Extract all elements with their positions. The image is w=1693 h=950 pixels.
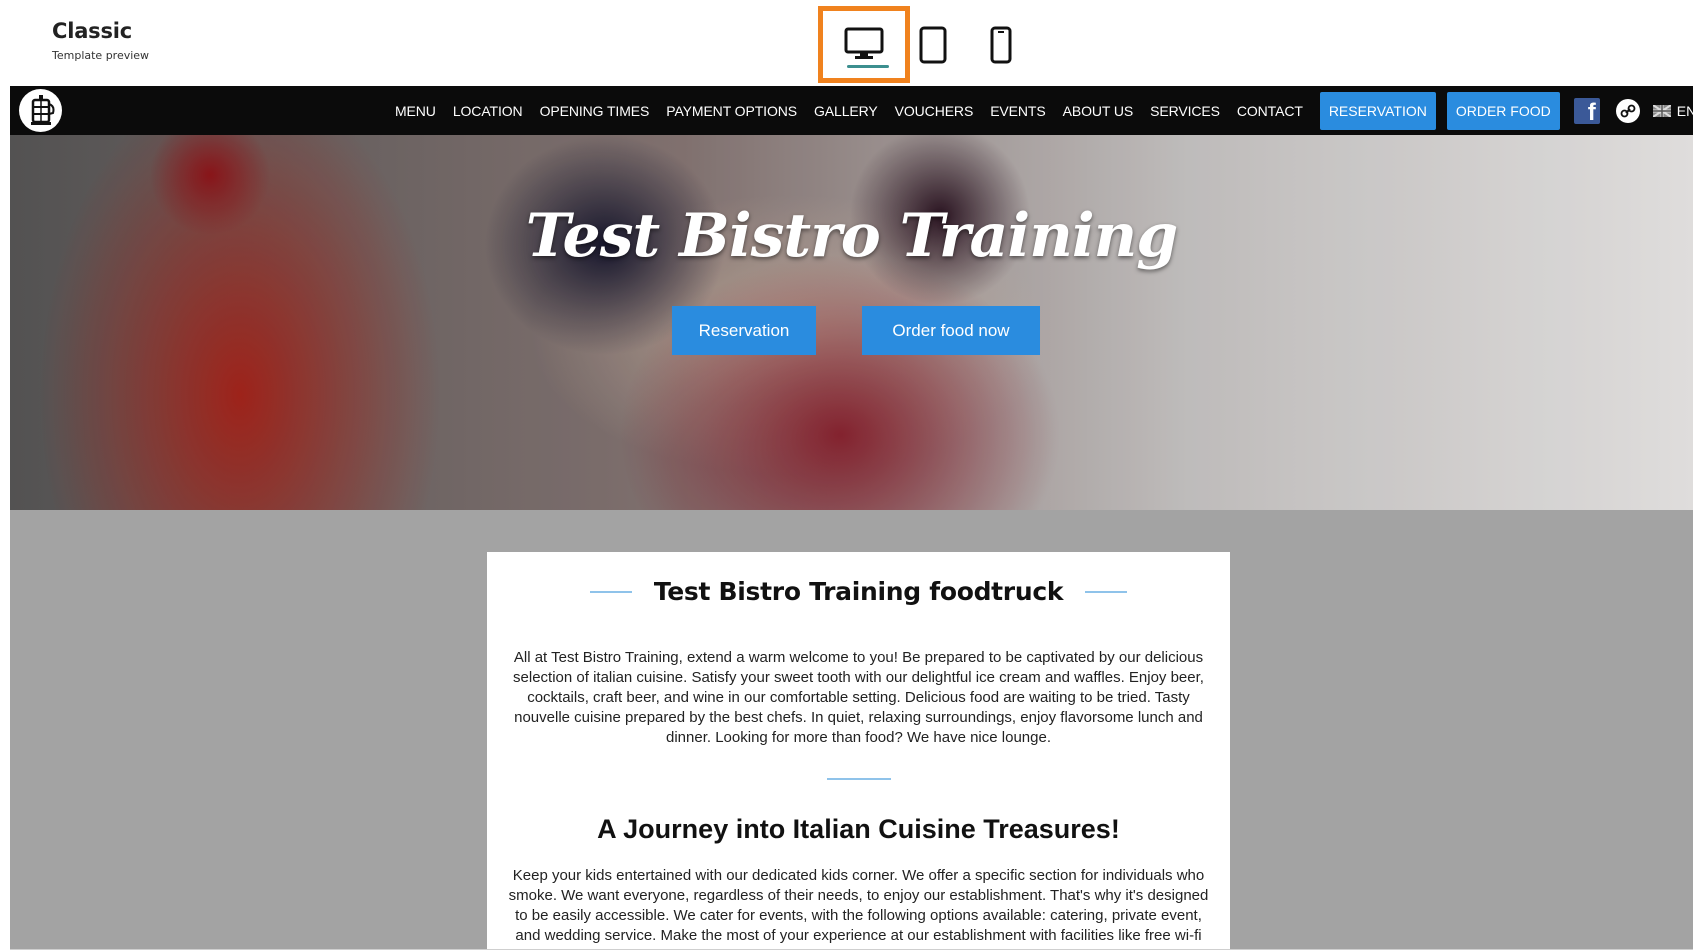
hero-order-food-button[interactable]: Order food now [862, 306, 1040, 355]
uk-flag-icon [1652, 104, 1671, 117]
tablet-icon [919, 26, 947, 63]
nav-link-events[interactable]: EVENTS [990, 103, 1046, 119]
mobile-icon [990, 26, 1012, 63]
nav-order-food-button[interactable]: ORDER FOOD [1446, 91, 1560, 130]
language-label: ENGLISH [1676, 102, 1693, 119]
chain-link-glyph [1620, 104, 1636, 117]
hero-reservation-button[interactable]: Reservation [672, 306, 816, 355]
mobile-view-button[interactable] [955, 6, 1047, 83]
preview-frame: MENU LOCATION OPENING TIMES PAYMENT OPTI… [10, 86, 1693, 950]
hero-title: Test Bistro Training [525, 201, 1178, 271]
intro-paragraph: All at Test Bistro Training, extend a wa… [513, 649, 1204, 746]
link-icon[interactable] [1615, 98, 1640, 123]
section-title: Test Bistro Training foodtruck [653, 577, 1064, 606]
desktop-icon [844, 27, 884, 59]
nav-link-opening-times[interactable]: OPENING TIMES [540, 103, 650, 119]
nav-link-gallery[interactable]: GALLERY [814, 103, 878, 119]
nav-reservation-button[interactable]: RESERVATION [1319, 91, 1436, 130]
editor-toolbar: Classic Template preview [0, 0, 1693, 86]
body-paragraph: Keep your kids entertained with our dedi… [508, 867, 1209, 950]
hero-banner: Test Bistro Training Reservation Order f… [10, 135, 1693, 510]
nav-link-location[interactable]: LOCATION [453, 103, 523, 119]
site-logo[interactable] [19, 89, 62, 132]
nav-link-about-us[interactable]: ABOUT US [1063, 103, 1134, 119]
french-press-icon [30, 94, 54, 125]
section-divider [827, 778, 891, 780]
title-rule-right [1085, 590, 1128, 593]
facebook-icon[interactable]: f [1573, 97, 1600, 124]
title-rule-left [589, 590, 632, 593]
section-heading: A Journey into Italian Cuisine Treasures… [597, 814, 1120, 844]
nav-link-contact[interactable]: CONTACT [1237, 103, 1303, 119]
site-navbar: MENU LOCATION OPENING TIMES PAYMENT OPTI… [10, 86, 1693, 135]
template-name: Classic [52, 19, 133, 43]
nav-links: MENU LOCATION OPENING TIMES PAYMENT OPTI… [395, 86, 1693, 135]
language-selector[interactable]: ENGLISH [1652, 102, 1693, 119]
active-indicator [847, 65, 889, 68]
nav-link-menu[interactable]: MENU [395, 103, 436, 119]
section-title-row: Test Bistro Training foodtruck [487, 577, 1230, 606]
content-card: Test Bistro Training foodtruck All at Te… [487, 552, 1230, 950]
template-subtitle: Template preview [52, 49, 150, 62]
nav-link-payment-options[interactable]: PAYMENT OPTIONS [666, 103, 797, 119]
nav-link-vouchers[interactable]: VOUCHERS [895, 103, 974, 119]
nav-link-services[interactable]: SERVICES [1150, 103, 1220, 119]
